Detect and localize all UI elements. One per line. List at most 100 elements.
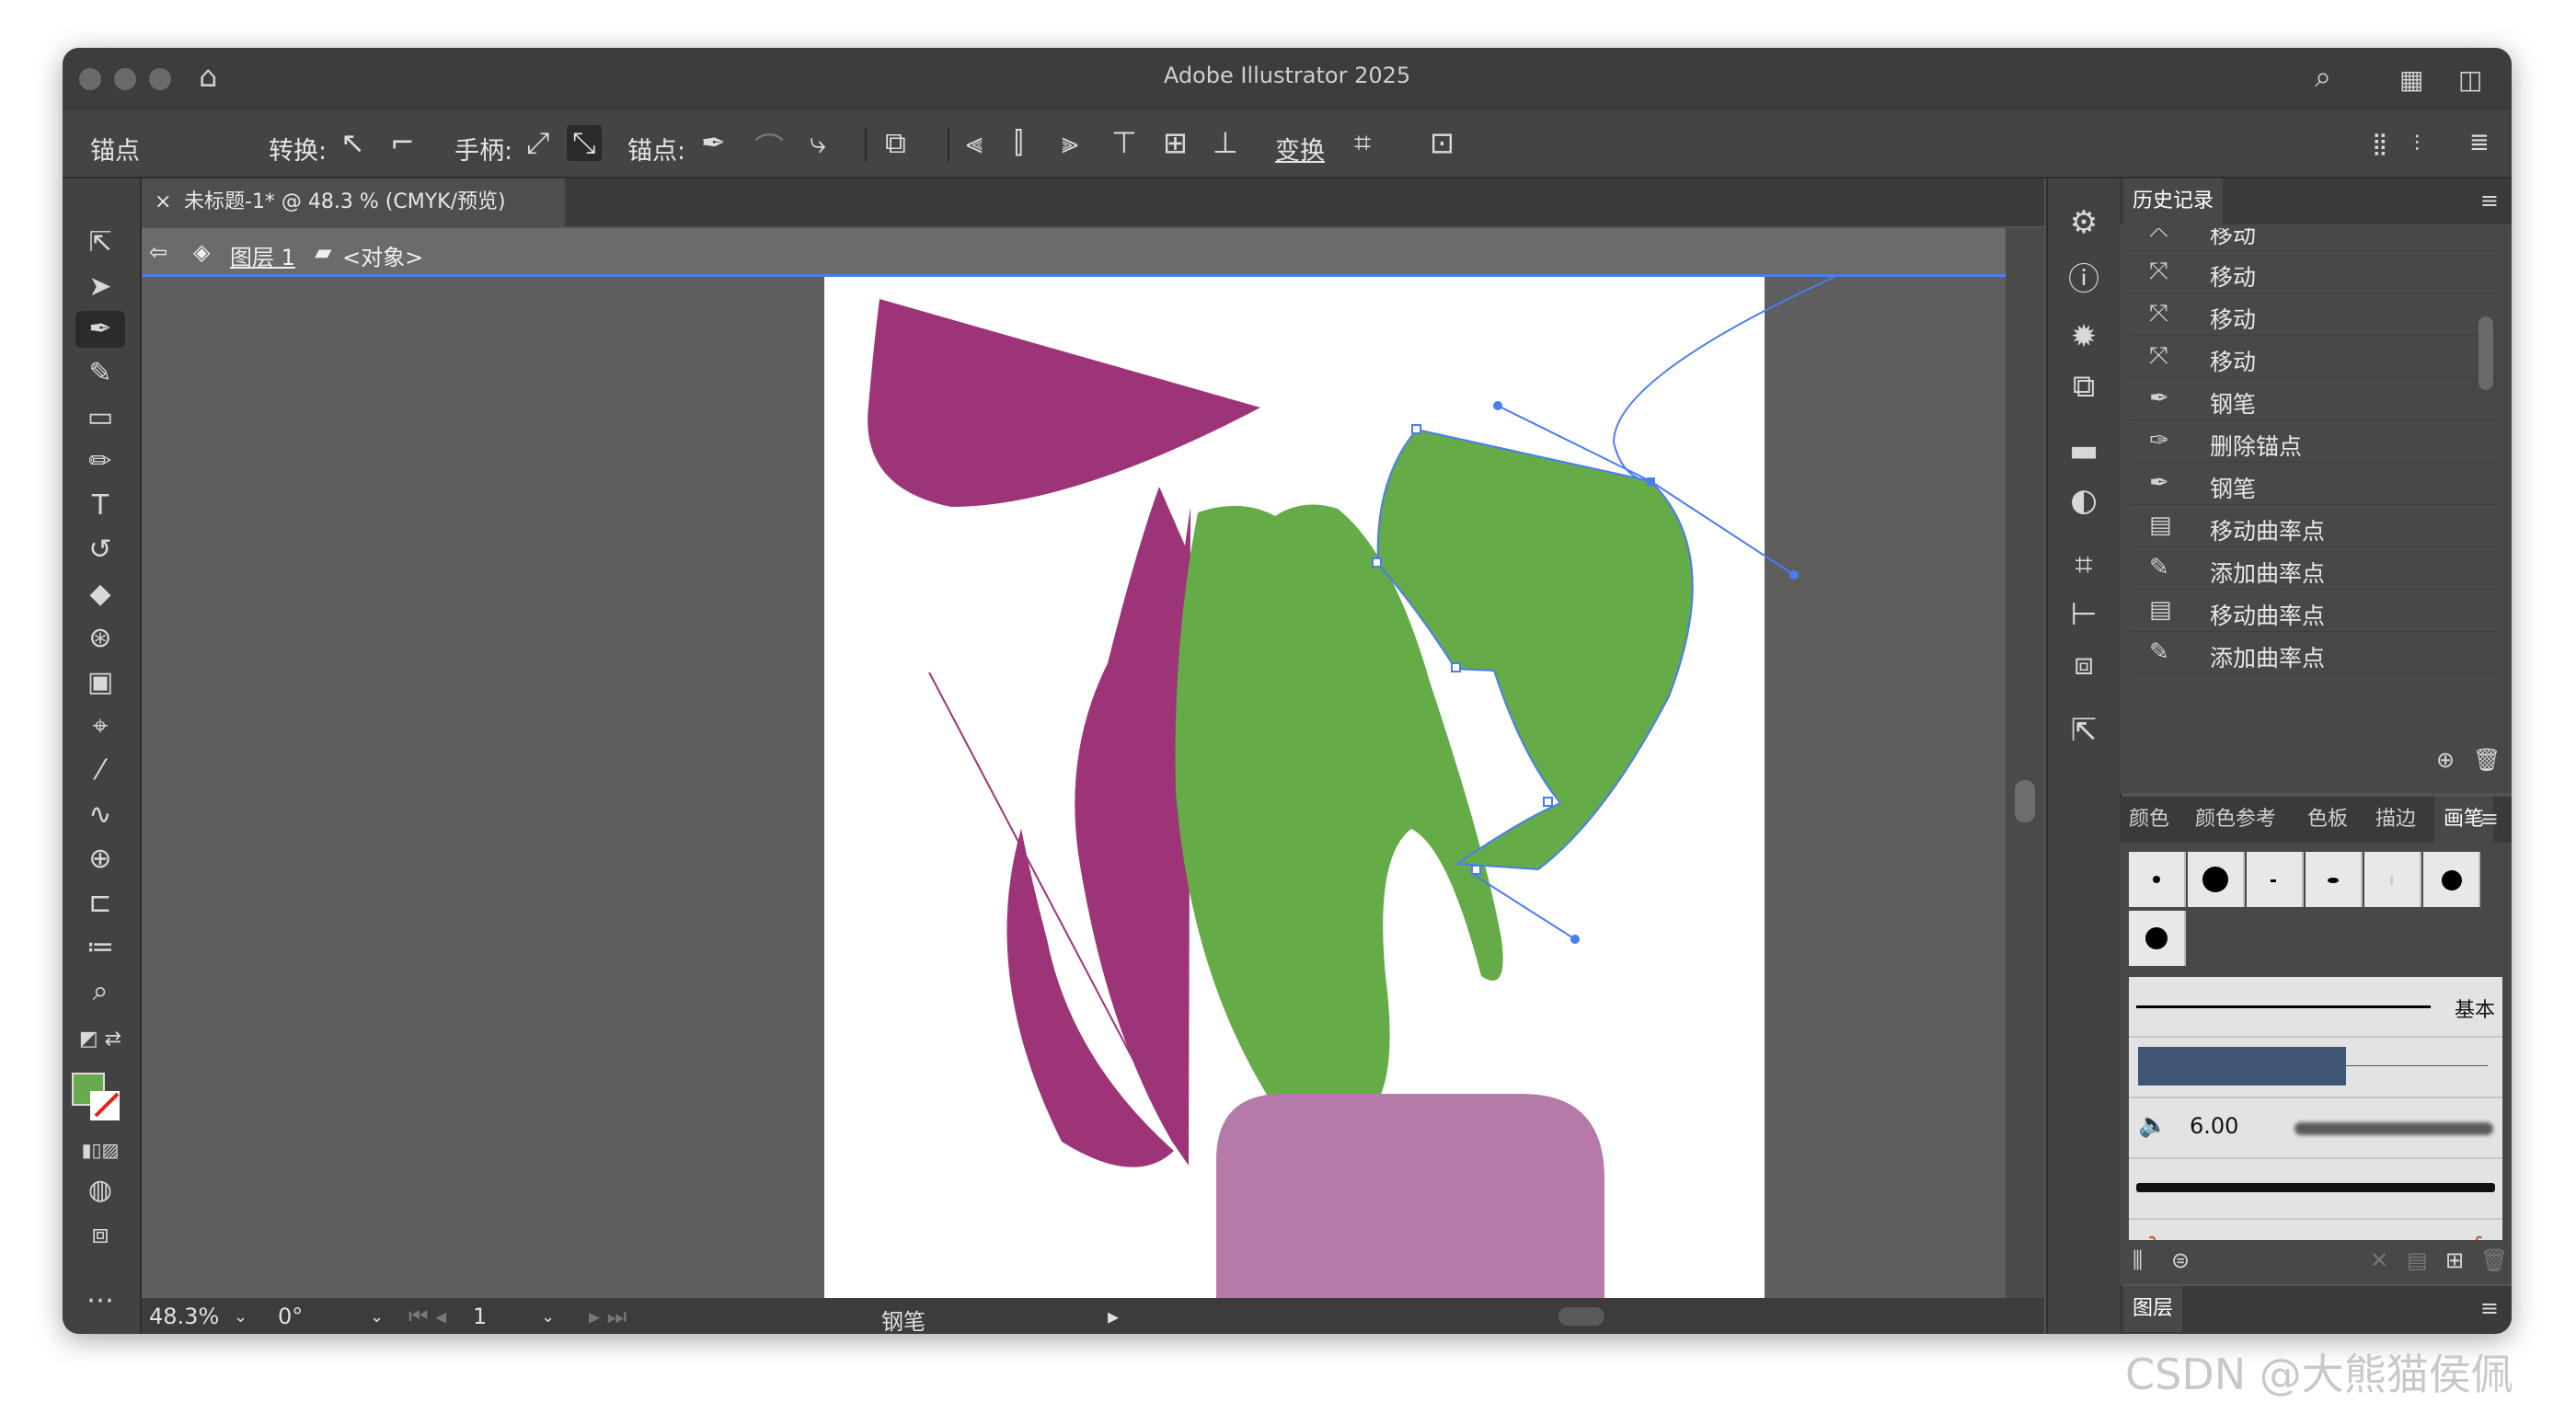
vertical-scrollbar[interactable] bbox=[2006, 228, 2044, 1298]
history-item[interactable]: ✒ 钢笔 bbox=[2129, 464, 2497, 505]
new-brush-icon[interactable]: ⊞ bbox=[2445, 1247, 2464, 1273]
warp-tool-icon[interactable]: ⊛ bbox=[75, 620, 125, 657]
history-item[interactable]: ✒ 钢笔 bbox=[2129, 379, 2497, 420]
zoom-dropdown-icon[interactable]: ⌄ bbox=[234, 1307, 247, 1327]
pink-rounded-rect[interactable] bbox=[1216, 1094, 1604, 1298]
history-scroll-thumb[interactable] bbox=[2478, 316, 2493, 390]
more-tools-icon[interactable]: ⋯ bbox=[75, 1282, 125, 1319]
alignment-menu-icon[interactable]: ⫶ bbox=[2414, 131, 2420, 156]
transparency-icon[interactable]: ◐ bbox=[2063, 482, 2105, 519]
zoom-tool-icon[interactable]: ⌕ bbox=[75, 973, 125, 1010]
artboard-dropdown-icon[interactable]: ⌄ bbox=[541, 1307, 555, 1327]
hide-handles-icon[interactable]: ⤡ bbox=[567, 125, 602, 161]
cut-path-icon[interactable]: ⌒ bbox=[754, 125, 784, 167]
canvas[interactable] bbox=[142, 277, 2006, 1298]
artboards-panel-icon[interactable]: ⌗ bbox=[2063, 546, 2105, 583]
brushes-menu-icon[interactable]: ≡ bbox=[2480, 806, 2499, 832]
type-tool-icon[interactable]: T bbox=[75, 488, 125, 524]
tab-swatches[interactable]: 色板 bbox=[2298, 797, 2357, 843]
history-item[interactable]: ⤧ 移动 bbox=[2129, 252, 2497, 293]
default-colors-icon[interactable]: ◩ ⇄ bbox=[75, 1021, 125, 1058]
brush-libraries-icon[interactable]: ⫼ bbox=[2133, 1247, 2143, 1273]
breadcrumb-object[interactable]: <对象> bbox=[342, 239, 423, 271]
brush-preset[interactable] bbox=[2306, 852, 2363, 907]
history-item[interactable]: ⤧ 移动 bbox=[2129, 294, 2497, 336]
eraser-tool-icon[interactable]: ◆ bbox=[75, 576, 125, 613]
selection-tool-icon[interactable]: ⇱ bbox=[75, 224, 125, 261]
tab-layers[interactable]: 图层 bbox=[2123, 1286, 2183, 1332]
gradient-panel-icon[interactable]: ▬ bbox=[2063, 432, 2105, 469]
properties-icon[interactable]: ⚙ bbox=[2063, 204, 2105, 241]
drawing-mode-icon[interactable]: ◍ bbox=[75, 1172, 125, 1209]
vertical-scroll-thumb[interactable] bbox=[2015, 780, 2035, 822]
pencil-tool-icon[interactable]: ✏ bbox=[75, 443, 125, 480]
tab-history[interactable]: 历史记录 bbox=[2123, 178, 2224, 224]
convert-corner-icon[interactable]: ↖ bbox=[340, 125, 365, 160]
tab-color-guide[interactable]: 颜色参考 bbox=[2186, 797, 2285, 843]
pathfinder-icon[interactable]: ⧈ bbox=[2063, 646, 2105, 683]
rotate-tool-icon[interactable]: ↺ bbox=[75, 532, 125, 569]
align-top-icon[interactable]: ⊤ bbox=[1111, 125, 1137, 160]
shape-dropdown-icon[interactable]: ⧉ bbox=[885, 125, 906, 161]
history-item[interactable]: ▤ 移动曲率点 bbox=[2129, 506, 2497, 547]
workspace-icon[interactable]: ▦ bbox=[2399, 64, 2423, 95]
delete-brush-icon[interactable]: 🗑 bbox=[2480, 1247, 2508, 1273]
brush-preset[interactable] bbox=[2423, 852, 2480, 907]
rectangle-tool-icon[interactable]: ▭ bbox=[75, 399, 125, 436]
shape-builder-tool-icon[interactable]: ⊕ bbox=[75, 841, 125, 878]
panel-layout-icon[interactable]: ◫ bbox=[2458, 64, 2482, 95]
align-vcenter-icon[interactable]: ⊞ bbox=[1163, 125, 1188, 160]
screen-mode-icon[interactable]: ⧈ bbox=[75, 1216, 125, 1253]
history-item[interactable]: ⤧ 移动 bbox=[2129, 228, 2497, 251]
history-trash-icon[interactable]: 🗑 bbox=[2473, 747, 2501, 773]
align-hcenter-icon[interactable]: ⫿ bbox=[1014, 125, 1023, 161]
artboard-tool-icon[interactable]: ⊏ bbox=[75, 885, 125, 922]
history-item[interactable]: ✎ 添加曲率点 bbox=[2129, 633, 2497, 674]
appearance-icon[interactable]: ✹ bbox=[2063, 318, 2105, 355]
align-left-icon[interactable]: ⫷ bbox=[966, 125, 983, 161]
history-item[interactable]: ▤ 移动曲率点 bbox=[2129, 591, 2497, 632]
history-list[interactable]: ⤧ 移动 ⤧ 移动 ⤧ 移动 ⤧ 移动 ✒ 钢笔 ✑ 删除锚点 ✒ 钢笔 ▤ 移动曲率点 ✎ 添加… bbox=[2120, 228, 2512, 743]
curvature-tool-icon[interactable]: ✎ bbox=[75, 355, 125, 392]
brush-preset[interactable] bbox=[2188, 852, 2245, 907]
isolate-anchor-icon[interactable]: ⤷ bbox=[810, 125, 826, 161]
chart-tool-icon[interactable]: ≔ bbox=[75, 929, 125, 966]
search-icon[interactable]: ⌕ bbox=[2315, 59, 2331, 95]
breadcrumb-layer[interactable]: 图层 1 bbox=[230, 239, 295, 271]
layers-menu-icon[interactable]: ≡ bbox=[2480, 1295, 2499, 1321]
export-icon[interactable]: ⇱ bbox=[2063, 712, 2105, 749]
color-mode-icon[interactable]: ▮▯▨ bbox=[75, 1132, 125, 1168]
tab-color[interactable]: 颜色 bbox=[2120, 797, 2179, 843]
horizontal-scrollbar[interactable] bbox=[1135, 1302, 2018, 1329]
zoom-level[interactable]: 48.3% bbox=[149, 1304, 219, 1329]
horizontal-scroll-thumb[interactable] bbox=[1558, 1307, 1604, 1326]
brush-basic[interactable]: 基本 bbox=[2129, 977, 2502, 1038]
brush-pattern[interactable] bbox=[2129, 1038, 2502, 1098]
mesh-tool-icon[interactable]: ⌖ bbox=[75, 708, 125, 745]
remove-brush-stroke-icon[interactable]: ✕ bbox=[2370, 1247, 2388, 1273]
convert-smooth-icon[interactable]: ⌐ bbox=[390, 125, 415, 160]
transform-bounds-icon[interactable]: ⌗ bbox=[1354, 125, 1371, 161]
show-handles-icon[interactable]: ⤢ bbox=[526, 125, 550, 161]
artboard-number[interactable]: 1 bbox=[473, 1304, 487, 1329]
brush-preset[interactable] bbox=[2247, 852, 2304, 907]
align-bottom-icon[interactable]: ⊥ bbox=[1213, 125, 1238, 160]
eyedropper-tool-icon[interactable]: ⁄ bbox=[75, 752, 125, 789]
blend-tool-icon[interactable]: ∿ bbox=[75, 797, 125, 833]
brush-calligraphic[interactable]: 🔈 6.00 bbox=[2129, 1098, 2502, 1159]
brush-preset[interactable] bbox=[2364, 852, 2421, 907]
rotation-value[interactable]: 0° bbox=[278, 1304, 303, 1329]
brush-preset[interactable] bbox=[2129, 911, 2186, 966]
brush-preset[interactable] bbox=[2129, 852, 2186, 907]
first-artboard-icon[interactable]: ⏮ ◂ bbox=[408, 1304, 446, 1329]
align-right-icon[interactable]: ⫸ bbox=[1062, 125, 1078, 161]
transform-button[interactable]: 变换 bbox=[1275, 131, 1325, 167]
last-artboard-icon[interactable]: ▸ ⏭ bbox=[589, 1304, 627, 1329]
back-arrow-icon[interactable]: ⇦ bbox=[149, 239, 167, 265]
info-icon[interactable]: ⓘ bbox=[2063, 254, 2105, 299]
rotation-dropdown-icon[interactable]: ⌄ bbox=[370, 1307, 384, 1327]
direct-selection-tool-icon[interactable]: ➤ bbox=[75, 269, 125, 305]
tab-stroke[interactable]: 描边 bbox=[2366, 797, 2425, 843]
isolation-mode-icon[interactable]: ⊡ bbox=[1430, 125, 1455, 160]
history-item[interactable]: ⤧ 移动 bbox=[2129, 337, 2497, 378]
